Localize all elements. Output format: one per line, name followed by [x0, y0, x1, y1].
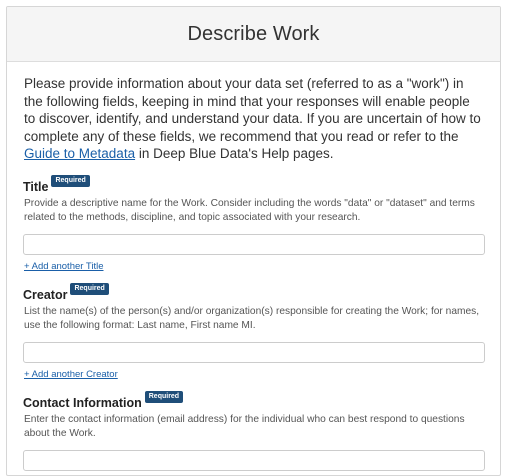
panel-body: Please provide information about your da… — [7, 62, 500, 471]
describe-work-panel: Describe Work Please provide information… — [6, 6, 501, 476]
guide-to-metadata-link[interactable]: Guide to Metadata — [24, 146, 135, 161]
intro-text: Please provide information about your da… — [24, 75, 484, 163]
page-title: Describe Work — [187, 22, 320, 45]
title-input[interactable] — [23, 233, 485, 255]
creator-required-badge: Required — [70, 282, 109, 295]
creator-label: Creator — [23, 287, 68, 302]
creator-help-text: List the name(s) of the person(s) and/or… — [24, 305, 480, 332]
contact-input[interactable] — [23, 449, 485, 471]
contact-required-badge: Required — [144, 390, 184, 403]
contact-help-text: Enter the contact information (email add… — [24, 413, 465, 440]
title-label-row: Title Required — [23, 174, 484, 194]
title-help-text: Provide a descriptive name for the Work.… — [24, 197, 475, 224]
intro-text-before: Please provide information about your da… — [24, 76, 481, 144]
add-another-creator-link[interactable]: + Add another Creator — [24, 369, 118, 380]
intro-text-after: in Deep Blue Data's Help pages. — [135, 146, 334, 161]
title-label: Title — [23, 179, 49, 194]
panel-header: Describe Work — [7, 7, 500, 62]
creator-label-row: Creator Required — [23, 282, 484, 302]
creator-input[interactable] — [23, 341, 485, 363]
contact-field: Contact Information Required Enter the c… — [23, 390, 485, 471]
add-another-title-link[interactable]: + Add another Title — [24, 261, 104, 272]
title-required-badge: Required — [51, 174, 90, 187]
title-field: Title Required Provide a descriptive nam… — [23, 174, 485, 274]
creator-field: Creator Required List the name(s) of the… — [23, 282, 485, 382]
contact-label-row: Contact Information Required — [23, 390, 484, 410]
contact-label: Contact Information — [23, 395, 142, 410]
